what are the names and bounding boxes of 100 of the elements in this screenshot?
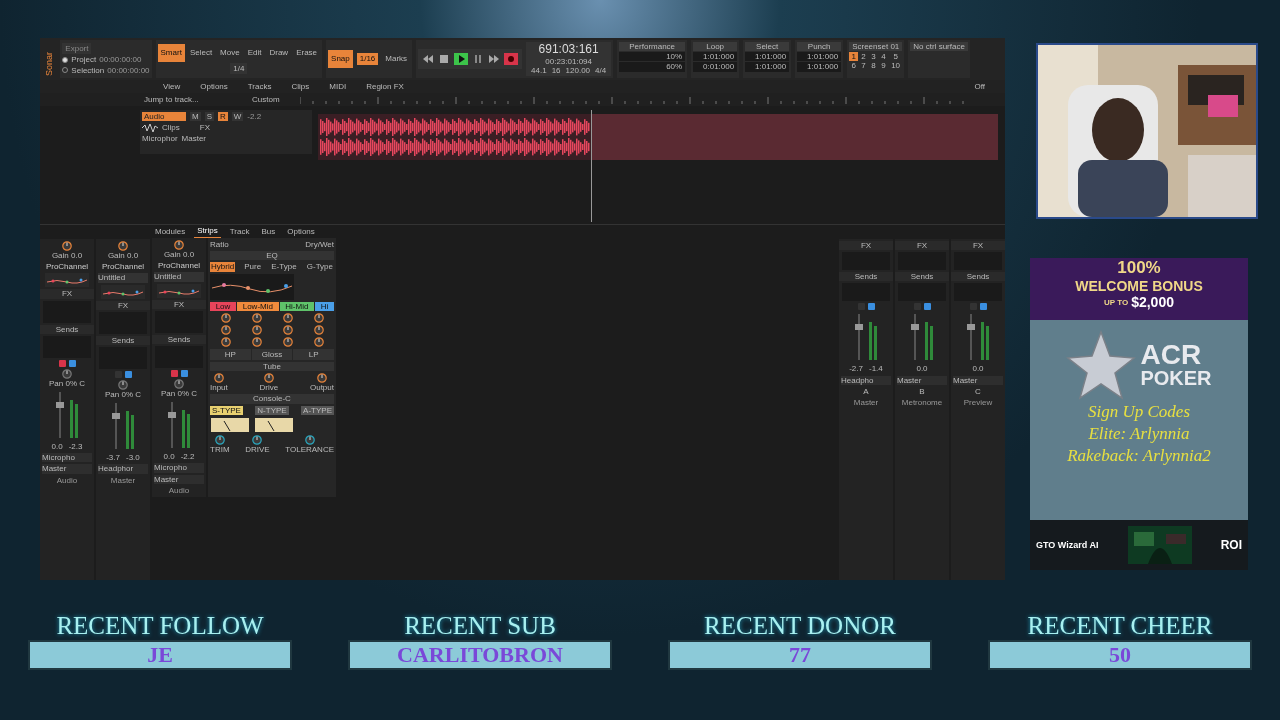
monitor-icon[interactable] xyxy=(124,370,132,378)
time-field[interactable]: 0:01:000 xyxy=(693,62,738,72)
stat-label: RECENT DONOR xyxy=(704,612,896,640)
knob-label: TRIM xyxy=(210,444,230,454)
fx-header: FX xyxy=(199,123,210,133)
input-dropdown[interactable]: Micropho xyxy=(42,453,92,463)
knob xyxy=(282,324,293,335)
band-tab[interactable]: Hi-Mid xyxy=(279,301,315,311)
screenset-dropdown[interactable]: Screenset 01 xyxy=(849,42,903,52)
screenset-slot[interactable]: 6 xyxy=(849,61,859,71)
band-tab[interactable]: Hi xyxy=(315,301,335,311)
jump-field[interactable]: Jump to track... xyxy=(144,94,244,105)
band-tab[interactable]: Low xyxy=(210,301,237,311)
output-dropdown[interactable]: Master xyxy=(154,474,204,484)
filter-button[interactable]: HP xyxy=(210,348,251,360)
fx-header: FX xyxy=(951,241,1005,251)
performance-reading: 10% xyxy=(619,52,686,62)
screenset-slot[interactable]: 1 xyxy=(849,52,859,62)
fx-header: FX xyxy=(40,289,94,299)
filter-button[interactable]: Gloss xyxy=(251,348,293,360)
eq-mode-button[interactable]: E-Type xyxy=(270,262,298,272)
console-type-button[interactable]: S-TYPE xyxy=(210,405,243,415)
console-tab[interactable]: Bus xyxy=(258,225,279,238)
output-dropdown[interactable]: Master xyxy=(181,134,207,144)
eq-curve-icon xyxy=(101,284,145,299)
preset-field[interactable]: Untitled xyxy=(98,273,148,283)
tool-button[interactable]: Smart xyxy=(157,44,185,62)
volume-value: -2.2 xyxy=(247,112,262,122)
time-field[interactable]: 1:01:000 xyxy=(693,52,738,62)
input-dropdown[interactable]: Master xyxy=(897,375,947,385)
record-arm-icon[interactable] xyxy=(170,369,178,377)
xray-toggle[interactable]: Off xyxy=(974,81,985,92)
eq-mode-button[interactable]: G-Type xyxy=(305,262,334,272)
output-dropdown[interactable]: Master xyxy=(42,464,92,474)
brand-name: ACR xyxy=(1140,342,1203,369)
knob xyxy=(213,373,224,384)
console-type-button[interactable]: N-TYPE xyxy=(255,405,289,415)
track-button[interactable]: R xyxy=(218,112,228,122)
track-button[interactable]: W xyxy=(231,112,244,122)
input-dropdown[interactable]: Microphor xyxy=(142,134,178,144)
stat-label: RECENT FOLLOW xyxy=(56,612,264,640)
input-dropdown[interactable]: Micropho xyxy=(154,463,204,473)
record-icon xyxy=(504,53,519,65)
knob xyxy=(118,241,128,251)
fx-header: FX xyxy=(895,241,949,251)
time-field[interactable]: 1:01:000 xyxy=(797,52,842,62)
screenset-slot[interactable]: 3 xyxy=(869,52,878,62)
menu-item[interactable]: MIDI xyxy=(326,80,350,93)
band-tab[interactable]: Low-Mid xyxy=(237,301,279,311)
strip-name: Audio xyxy=(168,485,190,495)
stat-label: RECENT CHEER xyxy=(1027,612,1213,640)
filter-button[interactable]: LP xyxy=(293,348,334,360)
eq-mode-button[interactable]: Hybrid xyxy=(210,262,236,272)
monitor-icon[interactable] xyxy=(180,369,188,377)
fx-header: FX xyxy=(96,300,150,310)
screenset-slot[interactable]: 5 xyxy=(888,52,903,62)
radio-button[interactable] xyxy=(62,57,69,63)
view-preset-dropdown[interactable]: Custom xyxy=(252,94,292,105)
time-field[interactable]: 1:01:000 xyxy=(797,62,842,72)
screenset-slot[interactable]: 8 xyxy=(869,61,878,71)
screenset-slot[interactable]: 10 xyxy=(888,61,903,71)
track-name-field[interactable]: Audio xyxy=(142,112,186,122)
control-surface-dropdown[interactable]: No ctrl surface xyxy=(910,42,968,52)
screenset-slot[interactable]: 4 xyxy=(879,52,888,62)
export-button[interactable]: Export xyxy=(62,43,92,55)
input-dropdown[interactable]: Headphor xyxy=(98,464,148,474)
menu-item[interactable]: View xyxy=(160,80,184,93)
screenset-slot[interactable]: 9 xyxy=(879,61,888,71)
preset-field[interactable]: Untitled xyxy=(154,272,204,282)
menu-item[interactable]: Tracks xyxy=(244,80,275,93)
screenset-slot[interactable]: 2 xyxy=(859,52,869,62)
monitor-icon[interactable] xyxy=(68,359,76,367)
input-dropdown[interactable]: Master xyxy=(953,375,1003,385)
console-tab[interactable]: Strips xyxy=(194,225,221,238)
snap-button[interactable]: Snap xyxy=(328,50,353,68)
record-arm-icon[interactable] xyxy=(58,359,66,367)
strip-name: Audio xyxy=(56,475,78,485)
console-tab[interactable]: Modules xyxy=(152,225,189,238)
monitor-icon[interactable] xyxy=(979,303,987,311)
track-button[interactable]: S xyxy=(204,112,214,122)
track-button[interactable]: M xyxy=(190,112,201,122)
input-dropdown[interactable]: Headpho xyxy=(841,375,891,385)
monitor-icon[interactable] xyxy=(867,303,875,311)
grid-dropdown[interactable]: 1/4 xyxy=(230,62,248,74)
console-type-button[interactable]: A-TYPE xyxy=(301,405,334,415)
menu-item[interactable]: Clips xyxy=(288,80,313,93)
eq-mode-button[interactable]: Pure xyxy=(243,262,263,272)
knob xyxy=(282,312,293,323)
menu-item[interactable]: Options xyxy=(197,80,231,93)
console-tab[interactable]: Track xyxy=(226,225,253,238)
snap-value[interactable]: 1/16 xyxy=(356,53,379,65)
screenset-slot[interactable]: 7 xyxy=(859,61,869,71)
console-tab[interactable]: Options xyxy=(284,225,318,238)
lane-dropdown[interactable]: Clips xyxy=(162,123,180,133)
time-field[interactable]: 1:01:000 xyxy=(745,52,790,62)
monitor-icon[interactable] xyxy=(923,303,931,311)
time-field[interactable]: 1:01:000 xyxy=(745,62,790,72)
level-reading: -3.0 xyxy=(126,453,140,463)
pan-label: Pan 0% C xyxy=(161,388,197,399)
menu-item[interactable]: Region FX xyxy=(363,80,407,93)
